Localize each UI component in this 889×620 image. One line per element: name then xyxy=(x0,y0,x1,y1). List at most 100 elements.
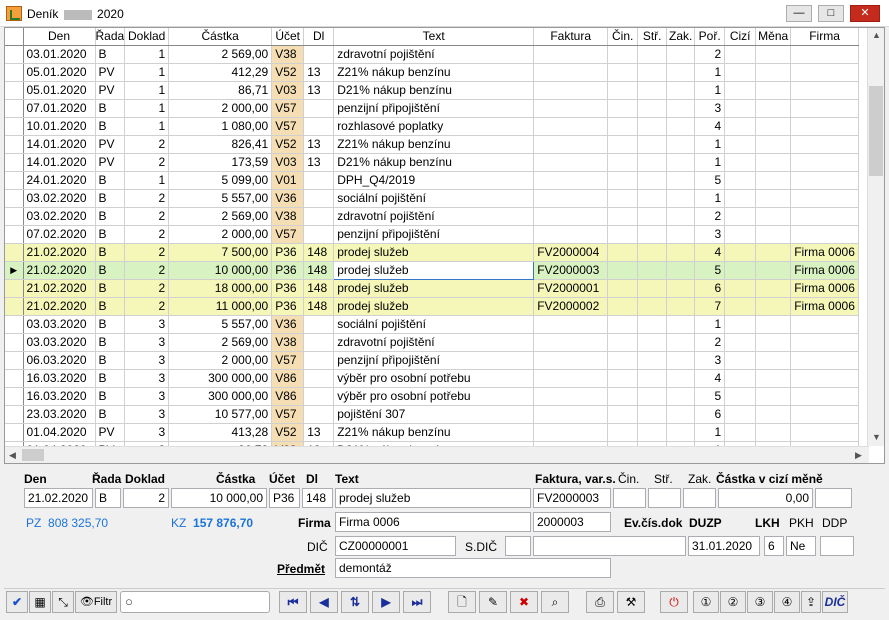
text-field[interactable]: prodej služeb xyxy=(335,488,531,508)
confirm-icon[interactable]: ✔ xyxy=(6,591,28,613)
row-indicator[interactable] xyxy=(5,81,24,100)
table-row[interactable]: 24.01.2020 B 1 5 099,00 V01 DPH_Q4/2019 5 xyxy=(5,171,859,190)
new-record-icon[interactable]: 🗋 xyxy=(448,591,476,613)
cell-dl[interactable] xyxy=(303,117,335,136)
cell-doklad[interactable]: 1 xyxy=(124,63,170,82)
cell-rada[interactable]: PV xyxy=(95,81,126,100)
export-icon[interactable]: ⇪ xyxy=(801,591,821,613)
cell-cizi[interactable] xyxy=(724,333,757,352)
lkh-field[interactable]: 6 xyxy=(764,536,784,556)
cell-text[interactable]: Z21% nákup benzínu xyxy=(333,63,535,82)
column-header[interactable]: Účet xyxy=(271,28,305,46)
edit-record-icon[interactable]: ✎ xyxy=(479,591,507,613)
dic-field[interactable]: CZ00000001 xyxy=(335,536,456,556)
cell-firma[interactable] xyxy=(790,135,859,154)
cell-firma[interactable] xyxy=(790,405,859,424)
cell-firma[interactable]: Firma 0006 xyxy=(790,243,859,262)
row-indicator[interactable] xyxy=(5,225,24,244)
cell-faktura[interactable] xyxy=(533,171,609,190)
cell-cizi[interactable] xyxy=(724,279,757,298)
cell-por[interactable]: 6 xyxy=(694,279,726,298)
cell-zak[interactable] xyxy=(666,279,696,298)
row-indicator[interactable] xyxy=(5,315,24,334)
cell-mena[interactable] xyxy=(755,81,792,100)
cell-doklad[interactable]: 2 xyxy=(124,279,170,298)
cell-dl[interactable] xyxy=(303,333,335,352)
doklad-field[interactable]: 2 xyxy=(123,488,169,508)
row-indicator[interactable] xyxy=(5,387,24,406)
row-indicator[interactable]: ▶ xyxy=(5,261,24,280)
row-indicator[interactable] xyxy=(5,207,24,226)
close-button[interactable]: ✕ xyxy=(850,5,880,22)
cell-text[interactable]: zdravotní pojištění xyxy=(333,207,535,226)
cell-zak[interactable] xyxy=(666,207,696,226)
cell-str[interactable] xyxy=(637,279,668,298)
cell-mena[interactable] xyxy=(755,369,792,388)
zak-field[interactable] xyxy=(683,488,716,508)
cell-firma[interactable] xyxy=(790,315,859,334)
cell-text[interactable]: penzijní připojištění xyxy=(333,99,535,118)
cell-mena[interactable] xyxy=(755,99,792,118)
cell-cin[interactable] xyxy=(607,207,639,226)
cell-dl[interactable] xyxy=(303,405,335,424)
cell-ucet[interactable]: V03 xyxy=(271,153,305,172)
cell-cin[interactable] xyxy=(607,135,639,154)
cell-zak[interactable] xyxy=(666,225,696,244)
cell-zak[interactable] xyxy=(666,387,696,406)
cell-cin[interactable] xyxy=(607,117,639,136)
cell-den[interactable]: 01.04.2020 xyxy=(23,423,96,442)
cell-cizi[interactable] xyxy=(724,117,757,136)
cell-mena[interactable] xyxy=(755,387,792,406)
table-row[interactable]: 21.02.2020 B 2 7 500,00 P36 148 prodej služeb F… xyxy=(5,243,859,262)
cell-ucet[interactable]: V57 xyxy=(271,225,305,244)
cell-zak[interactable] xyxy=(666,261,696,280)
den-field[interactable]: 21.02.2020 xyxy=(24,488,93,508)
table-row[interactable]: 05.01.2020 PV 1 412,29 V52 13 Z21% nákup benzí… xyxy=(5,63,859,82)
str-field[interactable] xyxy=(648,488,681,508)
cell-ucet[interactable]: V52 xyxy=(271,135,305,154)
cell-den[interactable]: 03.02.2020 xyxy=(23,189,96,208)
column-header[interactable]: Cizí xyxy=(724,28,757,46)
cell-text[interactable]: zdravotní pojištění xyxy=(333,45,535,64)
table-row[interactable]: 01.04.2020 PV 3 413,28 V52 13 Z21% nákup benzí… xyxy=(5,423,859,442)
cell-doklad[interactable]: 2 xyxy=(124,153,170,172)
cell-rada[interactable]: B xyxy=(95,225,126,244)
cell-zak[interactable] xyxy=(666,333,696,352)
cell-str[interactable] xyxy=(637,369,668,388)
cell-rada[interactable]: B xyxy=(95,261,126,280)
cell-faktura[interactable] xyxy=(533,333,609,352)
cell-por[interactable]: 1 xyxy=(694,135,726,154)
table-row[interactable]: 03.03.2020 B 3 2 569,00 V38 zdravotní pojiště… xyxy=(5,333,859,352)
cell-cin[interactable] xyxy=(607,261,639,280)
cell-mena[interactable] xyxy=(755,153,792,172)
cell-cin[interactable] xyxy=(607,45,639,64)
cell-str[interactable] xyxy=(637,225,668,244)
cell-str[interactable] xyxy=(637,387,668,406)
cell-ucet[interactable]: P36 xyxy=(271,261,305,280)
cell-faktura[interactable] xyxy=(533,405,609,424)
cell-ucet[interactable]: P36 xyxy=(271,243,305,262)
cell-castka[interactable]: 173,59 xyxy=(168,153,273,172)
cell-str[interactable] xyxy=(637,135,668,154)
row-indicator[interactable] xyxy=(5,171,24,190)
cell-por[interactable]: 5 xyxy=(694,261,726,280)
cell-rada[interactable]: PV xyxy=(95,63,126,82)
cell-rada[interactable]: PV xyxy=(95,135,126,154)
cell-den[interactable]: 06.03.2020 xyxy=(23,351,96,370)
cizi-amount-field[interactable]: 0,00 xyxy=(718,488,813,508)
cell-zak[interactable] xyxy=(666,243,696,262)
cell-doklad[interactable]: 2 xyxy=(124,261,170,280)
cell-text[interactable]: výběr pro osobní potřebu xyxy=(333,387,535,406)
last-record-icon[interactable]: ⏭ xyxy=(403,591,431,613)
row-indicator[interactable] xyxy=(5,297,24,316)
cell-castka[interactable]: 11 000,00 xyxy=(168,297,273,316)
horizontal-scroll-thumb[interactable] xyxy=(22,449,44,461)
cell-str[interactable] xyxy=(637,99,668,118)
cell-text[interactable]: sociální pojištění xyxy=(333,315,535,334)
cell-cizi[interactable] xyxy=(724,351,757,370)
resize-icon[interactable]: ⤡ xyxy=(52,591,74,613)
cell-dl[interactable] xyxy=(303,369,335,388)
cell-rada[interactable]: B xyxy=(95,333,126,352)
cell-dl[interactable] xyxy=(303,45,335,64)
column-header[interactable]: Firma xyxy=(790,28,859,46)
